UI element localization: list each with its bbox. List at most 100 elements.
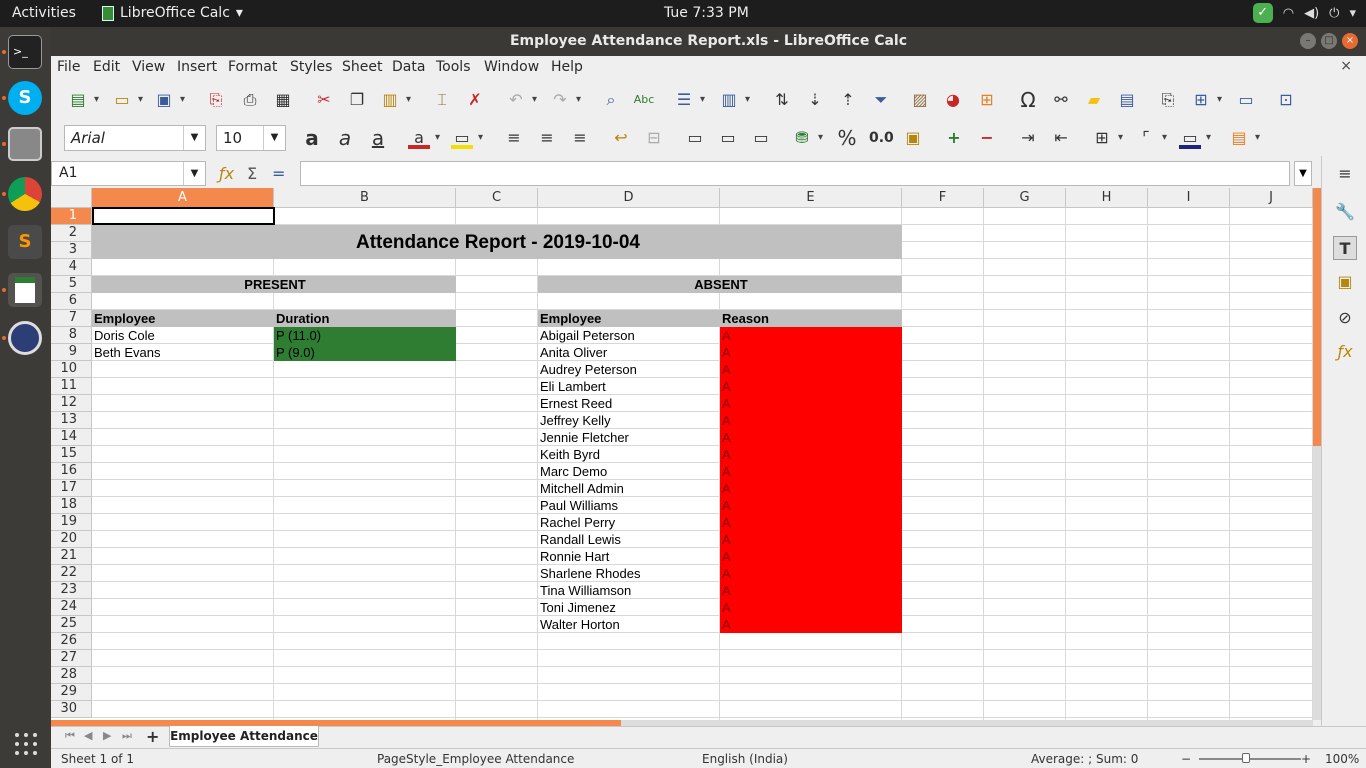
comment-icon[interactable]: ▰ bbox=[1083, 89, 1105, 111]
absent-employee-cell[interactable]: Eli Lambert bbox=[538, 378, 720, 395]
export-pdf-icon[interactable]: ⎘ bbox=[205, 89, 227, 111]
undo-icon[interactable]: ↶ bbox=[505, 89, 537, 111]
absent-reason-cell[interactable]: A bbox=[720, 582, 902, 599]
absent-header[interactable]: ABSENT bbox=[538, 276, 902, 293]
row-header-28[interactable]: 28 bbox=[51, 667, 92, 684]
delete-decimal-icon[interactable]: − bbox=[976, 127, 998, 149]
borders-icon[interactable]: ⊞ bbox=[1091, 127, 1123, 149]
row-icon[interactable]: ☰ bbox=[673, 89, 705, 111]
number-format-icon[interactable]: 0.0 bbox=[869, 127, 894, 149]
insert-chart-icon[interactable]: ◕ bbox=[942, 89, 964, 111]
zoom-slider[interactable] bbox=[1199, 758, 1301, 760]
terminal-icon[interactable]: >_ bbox=[8, 35, 42, 69]
menu-data[interactable]: Data bbox=[392, 59, 425, 75]
absent-reason-cell[interactable]: A bbox=[720, 565, 902, 582]
function-wizard-icon[interactable]: ƒx bbox=[219, 164, 234, 183]
save-icon[interactable]: ▣ bbox=[153, 89, 185, 111]
row-header-18[interactable]: 18 bbox=[51, 497, 92, 514]
gallery-icon[interactable]: ▣ bbox=[1333, 270, 1357, 294]
paste-icon[interactable]: ▥ bbox=[379, 89, 411, 111]
chevron-down-icon[interactable]: ▼ bbox=[183, 162, 205, 185]
pivot-table-icon[interactable]: ⊞ bbox=[976, 89, 998, 111]
highlight-color-icon[interactable]: ▭ bbox=[451, 127, 483, 149]
absent-employee-cell[interactable]: Randall Lewis bbox=[538, 531, 720, 548]
absent-employee-cell[interactable]: Audrey Peterson bbox=[538, 361, 720, 378]
zoom-slider-handle[interactable] bbox=[1242, 753, 1250, 763]
activities-button[interactable]: Activities bbox=[12, 5, 76, 21]
row-header-11[interactable]: 11 bbox=[51, 378, 92, 395]
language[interactable]: English (India) bbox=[702, 752, 788, 766]
styles-icon[interactable]: T bbox=[1333, 236, 1357, 260]
absent-employee-cell[interactable]: Abigail Peterson bbox=[538, 327, 720, 344]
percent-format-icon[interactable]: % bbox=[836, 127, 858, 149]
zoom-out-icon[interactable]: − bbox=[1181, 752, 1191, 766]
open-folder-icon[interactable]: ▭ bbox=[111, 89, 143, 111]
clock[interactable]: Tue 7:33 PM bbox=[664, 5, 749, 21]
border-style-icon[interactable]: ⌜ bbox=[1135, 127, 1167, 149]
chevron-down-icon[interactable]: ▼ bbox=[263, 126, 285, 150]
underline-icon[interactable]: a bbox=[367, 127, 389, 149]
column-header-e[interactable]: E bbox=[720, 188, 902, 208]
align-center-icon[interactable]: ≡ bbox=[536, 127, 558, 149]
row-header-6[interactable]: 6 bbox=[51, 293, 92, 310]
absent-employee-cell[interactable]: Anita Oliver bbox=[538, 344, 720, 361]
font-size-box[interactable]: 10 ▼ bbox=[216, 125, 286, 151]
absent-reason-cell[interactable]: A bbox=[720, 429, 902, 446]
sort-ascending-icon[interactable]: ⇣ bbox=[804, 89, 826, 111]
last-sheet-icon[interactable]: ⏭ bbox=[122, 729, 132, 743]
italic-icon[interactable]: a bbox=[334, 127, 356, 149]
app-menu[interactable]: LibreOffice Calc ▾ bbox=[102, 5, 243, 21]
row-header-27[interactable]: 27 bbox=[51, 650, 92, 667]
absent-reason-cell[interactable]: A bbox=[720, 616, 902, 633]
row-header-13[interactable]: 13 bbox=[51, 412, 92, 429]
absent-employee-cell[interactable]: Ernest Reed bbox=[538, 395, 720, 412]
system-tray[interactable]: ✓ ◠ ◀) ⏻ ▾ bbox=[1252, 3, 1356, 23]
menu-insert[interactable]: Insert bbox=[177, 59, 217, 75]
row-header-24[interactable]: 24 bbox=[51, 599, 92, 616]
show-applications-icon[interactable] bbox=[15, 733, 37, 755]
row-header-2[interactable]: 2 bbox=[51, 225, 92, 242]
absent-reason-cell[interactable]: A bbox=[720, 327, 902, 344]
vertical-scrollbar[interactable] bbox=[1313, 188, 1321, 720]
absent-reason-cell[interactable]: A bbox=[720, 463, 902, 480]
absent-reason-cell[interactable]: A bbox=[720, 548, 902, 565]
add-decimal-icon[interactable]: + bbox=[943, 127, 965, 149]
absent-reason-cell[interactable]: A bbox=[720, 446, 902, 463]
column-icon[interactable]: ▥ bbox=[718, 89, 750, 111]
name-box[interactable]: A1 ▼ bbox=[51, 161, 206, 186]
row-header-8[interactable]: 8 bbox=[51, 327, 92, 344]
absent-employee-cell[interactable]: Jennie Fletcher bbox=[538, 429, 720, 446]
row-header-25[interactable]: 25 bbox=[51, 616, 92, 633]
row-header-14[interactable]: 14 bbox=[51, 429, 92, 446]
column-label[interactable]: Duration bbox=[274, 310, 456, 327]
column-label[interactable]: Employee bbox=[92, 310, 274, 327]
define-print-area-icon[interactable]: ⎘ bbox=[1157, 89, 1179, 111]
menu-tools[interactable]: Tools bbox=[436, 59, 471, 75]
date-format-icon[interactable]: ▣ bbox=[902, 127, 924, 149]
sidebar-menu-icon[interactable]: ≡ bbox=[1333, 162, 1357, 186]
conditional-format-icon[interactable]: ▤ bbox=[1228, 127, 1260, 149]
absent-employee-cell[interactable]: Toni Jimenez bbox=[538, 599, 720, 616]
increase-indent-icon[interactable]: ⇥ bbox=[1017, 127, 1039, 149]
column-header-d[interactable]: D bbox=[538, 188, 720, 208]
sublime-text-icon[interactable]: S bbox=[8, 225, 42, 259]
minimize-button[interactable]: – bbox=[1300, 33, 1316, 49]
navigator-icon[interactable]: ⊘ bbox=[1333, 306, 1357, 330]
row-header-15[interactable]: 15 bbox=[51, 446, 92, 463]
formula-input[interactable] bbox=[300, 161, 1290, 186]
new-document-icon[interactable]: ▤ bbox=[67, 89, 99, 111]
maximize-button[interactable]: □ bbox=[1321, 33, 1337, 49]
absent-employee-cell[interactable]: Tina Williamson bbox=[538, 582, 720, 599]
menu-view[interactable]: View bbox=[132, 59, 165, 75]
column-header-f[interactable]: F bbox=[902, 188, 984, 208]
decrease-indent-icon[interactable]: ⇤ bbox=[1050, 127, 1072, 149]
column-header-h[interactable]: H bbox=[1066, 188, 1148, 208]
report-title[interactable]: Attendance Report - 2019-10-04 bbox=[92, 232, 902, 254]
spreadsheet-grid[interactable]: ABCDEFGHIJ 1 2 3 4 5 6 7 8 9 10 11 12 13 14 15 16 17 18 19… bbox=[51, 188, 1313, 720]
copy-icon[interactable]: ❐ bbox=[346, 89, 368, 111]
currency-format-icon[interactable]: ⛃ bbox=[791, 127, 823, 149]
autofilter-icon[interactable]: ⏷ bbox=[870, 89, 892, 111]
absent-reason-cell[interactable]: A bbox=[720, 344, 902, 361]
menu-format[interactable]: Format bbox=[228, 59, 277, 75]
present-employee-cell[interactable]: Doris Cole bbox=[92, 327, 274, 344]
